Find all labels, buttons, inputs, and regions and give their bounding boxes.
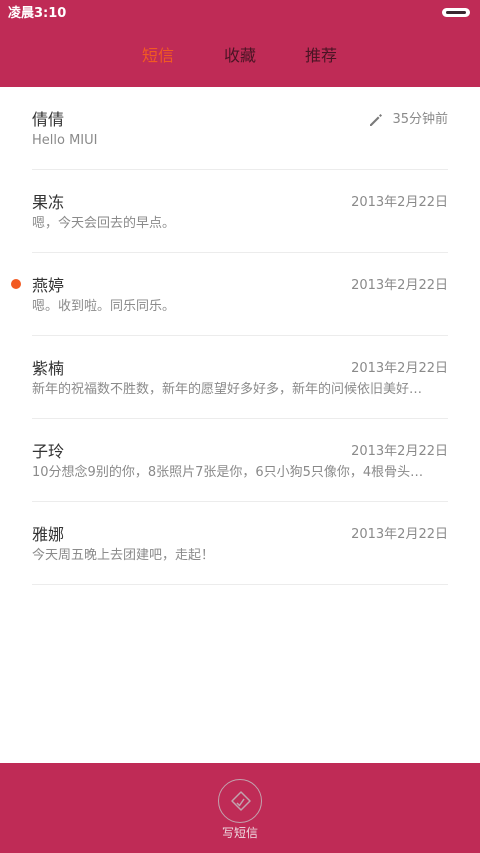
compose-icon (231, 791, 251, 811)
status-time: 凌晨3:10 (8, 6, 67, 21)
tab-recommended[interactable]: 推荐 (305, 46, 337, 66)
bottom-bar: 写短信 (0, 763, 480, 853)
conversation-date: 2013年2月22日 (351, 527, 448, 542)
contact-name: 燕婷 (32, 276, 65, 295)
tab-sms[interactable]: 短信 (142, 46, 174, 66)
conversation-item[interactable]: 子玲 2013年2月22日 10分想念9别的你，8张照片7张是你，6只小狗5只像… (0, 419, 480, 502)
conversation-item[interactable]: 雅娜 2013年2月22日 今天周五晚上去团建吧，走起！ (0, 502, 480, 585)
conversation-list: 倩倩 35分钟前 Hello MIUI 果冻 2013年2月22日 嗯，今天会回… (0, 87, 480, 585)
conversation-item[interactable]: 果冻 2013年2月22日 嗯，今天会回去的早点。 (0, 170, 480, 253)
contact-name: 紫楠 (32, 359, 65, 378)
contact-name: 倩倩 (32, 110, 65, 129)
conversation-meta: 35分钟前 (368, 110, 448, 130)
battery-icon (442, 8, 470, 17)
pencil-icon (370, 114, 383, 126)
conversation-time: 35分钟前 (392, 112, 448, 127)
tab-bar: 短信 收藏 推荐 (0, 28, 480, 87)
conversation-date: 2013年2月22日 (351, 195, 448, 210)
message-preview: 今天周五晚上去团建吧，走起！ (32, 548, 215, 563)
divider (32, 584, 448, 585)
message-preview: 嗯。收到啦。同乐同乐。 (32, 299, 176, 314)
message-preview: 10分想念9别的你，8张照片7张是你，6只小狗5只像你，4根骨头… (32, 465, 424, 480)
message-preview: 新年的祝福数不胜数，新年的愿望好多好多，新年的问候依旧美好… (32, 382, 423, 397)
contact-name: 子玲 (32, 442, 65, 461)
contact-name: 果冻 (32, 193, 65, 212)
unread-indicator (11, 279, 21, 289)
conversation-date: 2013年2月22日 (351, 278, 448, 293)
message-preview: Hello MIUI (32, 133, 98, 148)
conversation-item[interactable]: 燕婷 2013年2月22日 嗯。收到啦。同乐同乐。 (0, 253, 480, 336)
status-bar: 凌晨3:10 (0, 0, 480, 28)
conversation-date: 2013年2月22日 (351, 444, 448, 459)
message-preview: 嗯，今天会回去的早点。 (32, 216, 176, 231)
contact-name: 雅娜 (32, 525, 65, 544)
compose-button[interactable] (218, 779, 262, 823)
tab-favorites[interactable]: 收藏 (224, 46, 256, 66)
compose-label: 写短信 (221, 826, 258, 840)
conversation-date: 2013年2月22日 (351, 361, 448, 376)
conversation-item[interactable]: 紫楠 2013年2月22日 新年的祝福数不胜数，新年的愿望好多好多，新年的问候依… (0, 336, 480, 419)
conversation-item[interactable]: 倩倩 35分钟前 Hello MIUI (0, 87, 480, 170)
